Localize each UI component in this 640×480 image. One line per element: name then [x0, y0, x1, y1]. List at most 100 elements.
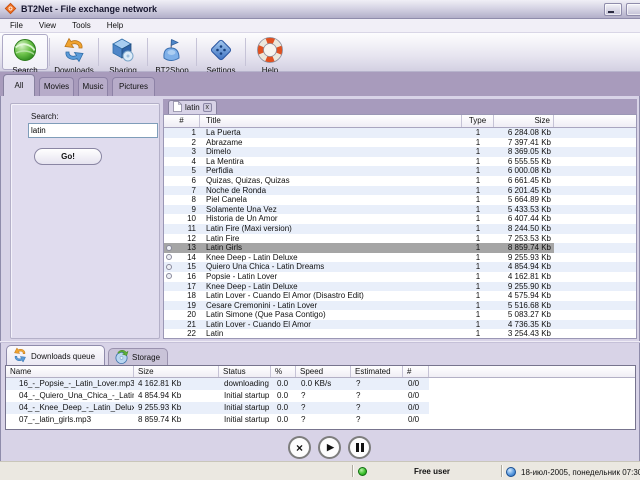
maximize-button[interactable]	[626, 3, 640, 16]
result-row[interactable]: 11 Latin Fire (Maxi version) 1 8 244.50 Kb	[164, 223, 636, 234]
result-row[interactable]: 8 Piel Canela 1 5 664.89 Kb	[164, 195, 636, 205]
menu-view[interactable]: View	[31, 20, 64, 32]
toolbar-button-bt2shop[interactable]: BT2Shop	[149, 34, 195, 75]
play-button[interactable]: ▶	[318, 436, 341, 459]
tab-label: Downloads queue	[31, 351, 96, 361]
settings-icon	[208, 37, 234, 65]
x-icon: ×	[295, 440, 303, 455]
result-row[interactable]: 20 Latin Simone (Que Pasa Contigo) 1 5 083.…	[164, 310, 636, 320]
pause-button[interactable]	[348, 436, 371, 459]
tab-downloads-queue[interactable]: Downloads queue	[6, 345, 105, 366]
downloads-table-header: Name Size Status % Speed Estimated #	[6, 366, 635, 378]
results-tab-label: latin	[185, 103, 200, 112]
toolbar-separator	[196, 38, 197, 66]
result-row[interactable]: 19 Cesare Cremonini - Latin Lover 1 5 516.6…	[164, 300, 636, 311]
toolbar-button-settings[interactable]: Settings	[198, 34, 244, 75]
result-row[interactable]: 13 Latin Girls 1 8 859.74 Kb	[164, 243, 636, 253]
column-header-size[interactable]: Size	[134, 366, 219, 377]
shop-icon	[159, 37, 185, 65]
toolbar-button-help[interactable]: Help	[247, 34, 293, 75]
play-icon: ▶	[327, 442, 334, 452]
column-header-num[interactable]: #	[403, 366, 429, 377]
minimize-button[interactable]	[604, 3, 622, 16]
tab-label: Storage	[132, 353, 161, 362]
column-header-estimated[interactable]: Estimated	[351, 366, 403, 377]
storage-disk-icon	[114, 349, 129, 366]
toolbar-separator	[98, 38, 99, 66]
result-row[interactable]: 14 Knee Deep - Latin Deluxe 1 9 255.93 Kb	[164, 253, 636, 263]
go-button[interactable]: Go!	[34, 148, 102, 165]
result-row[interactable]: 1 La Puerta 1 6 284.08 Kb	[164, 128, 636, 138]
result-row[interactable]: 16 Popsie - Latin Lover 1 4 162.81 Kb	[164, 272, 636, 282]
download-row[interactable]: 16_-_Popsie_-_Latin_Lover.mp3 4 162.81 Kb…	[6, 378, 635, 390]
panel-splitter[interactable]	[0, 341, 640, 343]
result-row[interactable]: 12 Latin Fire 1 7 253.53 Kb	[164, 234, 636, 244]
column-header-size[interactable]: Size	[494, 115, 554, 127]
results-tab-latin[interactable]: latin x	[168, 100, 217, 114]
cancel-button[interactable]: ×	[288, 436, 311, 459]
download-row[interactable]: 04_-_Quiero_Una_Chica_-_Latin_...4 854.9…	[6, 390, 635, 402]
status-bar: Free user 18-июл-2005, понедельник 07:30…	[0, 461, 640, 480]
tab-all[interactable]: All	[3, 74, 35, 96]
result-row[interactable]: 22 Latin 1 3 254.43 Kb	[164, 329, 636, 338]
toolbar-separator	[245, 38, 246, 66]
column-header-name[interactable]: Name	[6, 366, 134, 377]
lifebuoy-icon	[257, 37, 283, 65]
result-row[interactable]: 3 Dimelo 1 8 369.05 Kb	[164, 147, 636, 157]
toolbar-separator	[49, 38, 50, 66]
toolbar-button-downloads[interactable]: Downloads	[51, 34, 97, 75]
window-title: BT2Net - File exchange network	[21, 4, 158, 14]
column-header-status[interactable]: Status	[219, 366, 271, 377]
app-logo-icon	[4, 2, 17, 17]
toolbar-button-sharing[interactable]: Sharing	[100, 34, 146, 75]
download-row[interactable]: 07_-_latin_girls.mp3 8 859.74 Kb Initial s…	[6, 414, 635, 426]
result-row[interactable]: 21 Latin Lover - Cuando El Amor 1 4 736.35 …	[164, 319, 636, 330]
result-row[interactable]: 5 Perfidia 1 6 000.08 Kb	[164, 166, 636, 176]
results-table-body: 1 La Puerta 1 6 284.08 Kb 2 Abrazame 1 7 397.41…	[164, 128, 636, 338]
downloads-table: Name Size Status % Speed Estimated # 16_…	[5, 365, 636, 430]
minimize-icon	[608, 11, 614, 13]
result-row[interactable]: 15 Quiero Una Chica - Latin Dreams 1 4 854.…	[164, 262, 636, 272]
title-bar[interactable]: BT2Net - File exchange network	[0, 0, 640, 19]
menu-help[interactable]: Help	[99, 20, 131, 32]
column-header-percent[interactable]: %	[271, 366, 296, 377]
column-header-num[interactable]: #	[164, 115, 200, 127]
statusbar-divider	[352, 465, 353, 477]
column-header-type[interactable]: Type	[462, 115, 494, 127]
close-icon[interactable]: x	[202, 103, 212, 112]
result-row[interactable]: 6 Quizas, Quizas, Quizas 1 6 661.45 Kb	[164, 176, 636, 186]
queued-icon	[166, 254, 172, 261]
toolbar-button-search[interactable]: Search	[2, 34, 48, 75]
toolbar: Search Downloads Sharing BT2Shop Setting…	[0, 33, 640, 75]
result-row[interactable]: 10 Historia de Un Amor 1 6 407.44 Kb	[164, 214, 636, 224]
menu-tools[interactable]: Tools	[64, 20, 99, 32]
search-panel: Search: Go!	[10, 103, 160, 339]
result-row[interactable]: 9 Solamente Una Vez 1 5 433.53 Kb	[164, 204, 636, 215]
results-table: # Title Type Size 1 La Puerta 1 6 284.08 Kb…	[163, 114, 637, 339]
queued-icon	[166, 273, 172, 280]
result-row[interactable]: 4 La Mentira 1 6 555.55 Kb	[164, 157, 636, 167]
search-input[interactable]	[28, 123, 158, 138]
document-icon	[173, 100, 183, 114]
column-header-filler	[554, 115, 636, 127]
queued-icon	[166, 263, 172, 270]
tab-movies[interactable]: Movies	[39, 77, 74, 96]
results-table-header: # Title Type Size	[164, 115, 636, 128]
downloads-arrows-icon	[12, 347, 28, 365]
download-row[interactable]: 04_-_Knee_Deep_-_Latin_Deluxe... 9 255.93…	[6, 402, 635, 414]
account-status: Free user	[413, 467, 451, 476]
tab-pictures[interactable]: Pictures	[112, 77, 155, 96]
result-row[interactable]: 2 Abrazame 1 7 397.41 Kb	[164, 138, 636, 148]
sharing-cube-icon	[110, 37, 136, 65]
tab-music[interactable]: Music	[78, 77, 108, 96]
menu-file[interactable]: File	[2, 20, 31, 32]
results-tab-bar: latin x	[163, 99, 637, 114]
tab-storage[interactable]: Storage	[108, 348, 168, 366]
column-header-speed[interactable]: Speed	[296, 366, 351, 377]
connection-led-icon	[358, 467, 367, 476]
result-row[interactable]: 18 Latin Lover - Cuando El Amor (Disastro…	[164, 291, 636, 301]
result-row[interactable]: 7 Noche de Ronda 1 6 201.45 Kb	[164, 185, 636, 196]
pause-icon	[355, 443, 364, 452]
result-row[interactable]: 17 Knee Deep - Latin Deluxe 1 9 255.90 Kb	[164, 281, 636, 292]
column-header-title[interactable]: Title	[200, 115, 462, 127]
